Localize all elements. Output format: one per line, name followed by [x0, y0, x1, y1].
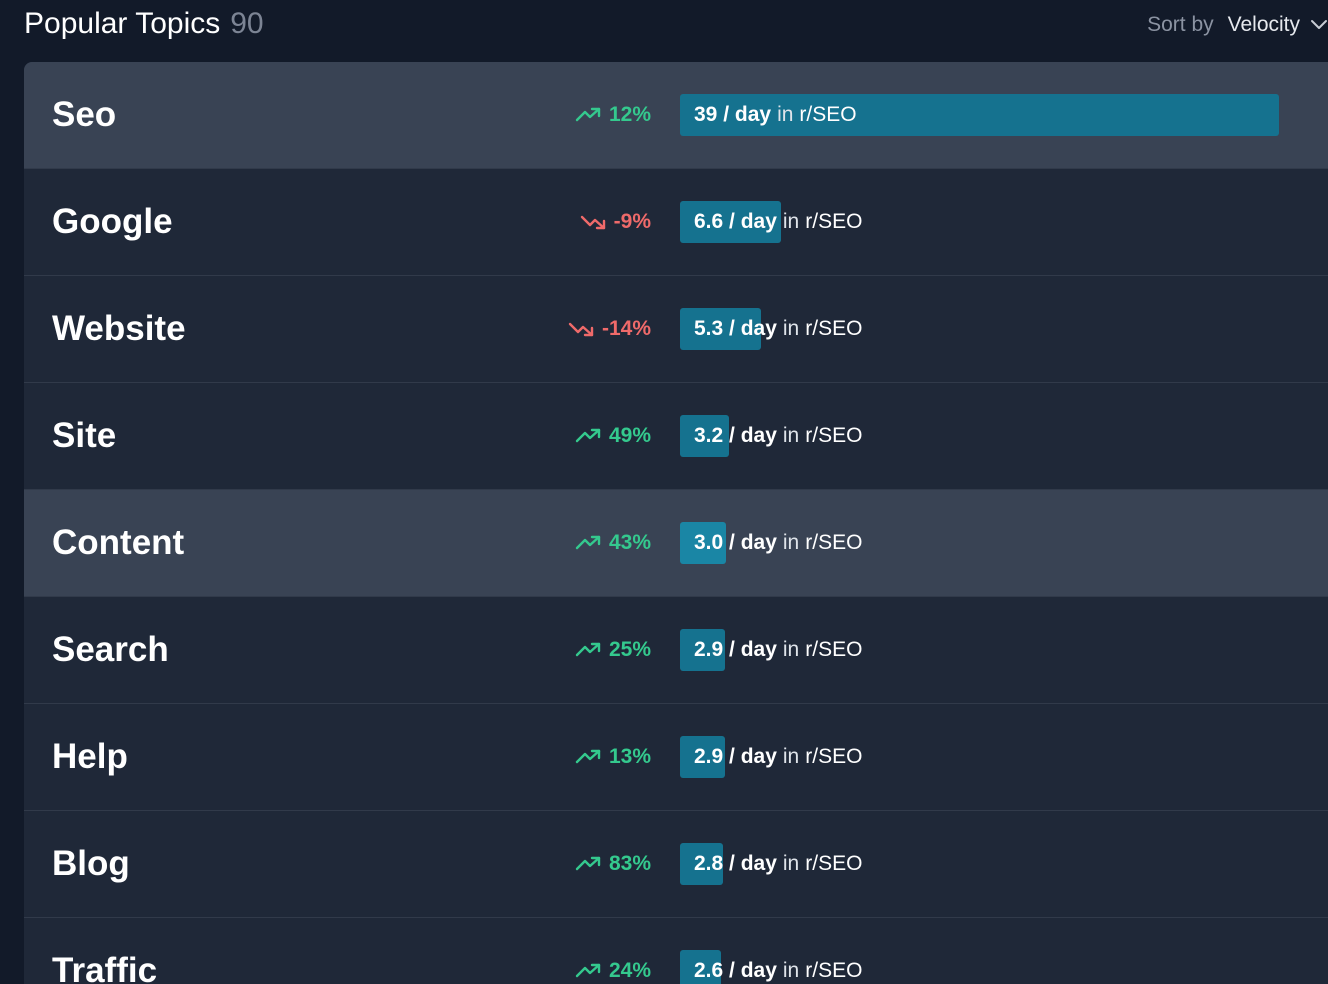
trending-down-icon — [568, 322, 594, 337]
velocity-subreddit: r/SEO — [805, 210, 863, 233]
trend-indicator: 12% — [575, 103, 651, 127]
topic-name: Blog — [52, 844, 130, 883]
topic-name: Search — [52, 630, 169, 669]
topic-row[interactable]: Search 25% 2.9 / day in r/SEO — [24, 597, 1328, 704]
velocity-rate: 2.6 / day — [694, 959, 777, 982]
velocity-in: in — [782, 531, 800, 554]
trending-up-icon — [575, 856, 601, 871]
velocity-label: 2.9 / day in r/SEO — [694, 629, 862, 671]
trend-indicator: 24% — [575, 959, 651, 983]
topic-name: Content — [52, 523, 185, 562]
velocity-in: in — [782, 210, 800, 233]
trend-indicator: 13% — [575, 745, 651, 769]
velocity-bar-track: 3.0 / day in r/SEO — [680, 522, 1280, 564]
velocity-label: 5.3 / day in r/SEO — [694, 308, 862, 350]
topic-count: 90 — [230, 7, 264, 40]
trend-indicator: 49% — [575, 424, 651, 448]
topic-row[interactable]: Blog 83% 2.8 / day in r/SEO — [24, 811, 1328, 918]
topic-name: Google — [52, 202, 173, 241]
topic-name: Seo — [52, 95, 117, 134]
velocity-in: in — [782, 959, 800, 982]
velocity-subreddit: r/SEO — [799, 103, 857, 126]
velocity-in: in — [782, 424, 800, 447]
page-title: Popular Topics 90 — [24, 6, 264, 42]
trend-percent: 24% — [608, 959, 651, 982]
velocity-label: 2.8 / day in r/SEO — [694, 843, 862, 885]
chevron-down-icon — [1311, 20, 1327, 29]
velocity-subreddit: r/SEO — [805, 638, 863, 661]
velocity-rate: 2.9 / day — [694, 745, 777, 768]
topic-row[interactable]: Traffic 24% 2.6 / day in r/SEO — [24, 918, 1328, 984]
velocity-bar-track: 39 / day in r/SEO — [680, 94, 1280, 136]
velocity-label: 39 / day in r/SEO — [694, 94, 857, 136]
trend-percent: 83% — [608, 852, 651, 875]
trending-up-icon — [575, 749, 601, 764]
velocity-rate: 2.9 / day — [694, 638, 777, 661]
velocity-subreddit: r/SEO — [805, 959, 863, 982]
trend-percent: 13% — [608, 745, 651, 768]
topic-row[interactable]: Content 43% 3.0 / day in r/SEO — [24, 490, 1328, 597]
velocity-subreddit: r/SEO — [805, 531, 863, 554]
velocity-rate: 2.8 / day — [694, 852, 777, 875]
velocity-label: 3.2 / day in r/SEO — [694, 415, 862, 457]
velocity-bar-track: 3.2 / day in r/SEO — [680, 415, 1280, 457]
velocity-subreddit: r/SEO — [805, 852, 863, 875]
topic-name: Traffic — [52, 951, 158, 984]
trending-up-icon — [575, 535, 601, 550]
velocity-label: 6.6 / day in r/SEO — [694, 201, 862, 243]
velocity-rate: 5.3 / day — [694, 317, 777, 340]
trend-indicator: -14% — [568, 317, 651, 341]
velocity-bar-track: 2.9 / day in r/SEO — [680, 629, 1280, 671]
trend-indicator: 25% — [575, 638, 651, 662]
topic-row[interactable]: Help 13% 2.9 / day in r/SEO — [24, 704, 1328, 811]
trend-percent: 43% — [608, 531, 651, 554]
velocity-bar-track: 2.8 / day in r/SEO — [680, 843, 1280, 885]
velocity-bar-track: 6.6 / day in r/SEO — [680, 201, 1280, 243]
trending-down-icon — [580, 215, 605, 230]
trend-percent: 25% — [608, 638, 651, 661]
velocity-in: in — [782, 745, 800, 768]
velocity-bar-track: 2.9 / day in r/SEO — [680, 736, 1280, 778]
velocity-label: 2.9 / day in r/SEO — [694, 736, 862, 778]
velocity-in: in — [782, 638, 800, 661]
topic-name: Help — [52, 737, 128, 776]
trending-up-icon — [575, 107, 601, 122]
velocity-in: in — [782, 317, 800, 340]
velocity-rate: 39 / day — [694, 103, 772, 126]
velocity-bar-track: 2.6 / day in r/SEO — [680, 950, 1280, 984]
topic-name: Site — [52, 416, 117, 455]
velocity-rate: 3.2 / day — [694, 424, 777, 447]
trend-percent: -9% — [613, 210, 651, 233]
sort-label: Sort by — [1147, 13, 1214, 36]
trend-indicator: -9% — [580, 210, 651, 234]
velocity-rate: 6.6 / day — [694, 210, 777, 233]
trending-up-icon — [575, 963, 601, 978]
page-title-text: Popular Topics — [24, 7, 221, 40]
trending-up-icon — [575, 428, 601, 443]
velocity-bar-track: 5.3 / day in r/SEO — [680, 308, 1280, 350]
trend-indicator: 43% — [575, 531, 651, 555]
topic-list: Seo 12% 39 / day in r/SEO Google -9% 6.6 /… — [24, 62, 1328, 984]
velocity-in: in — [777, 103, 794, 126]
velocity-subreddit: r/SEO — [805, 317, 863, 340]
sort-dropdown[interactable]: Sort by Velocity — [1147, 12, 1328, 38]
trend-percent: -14% — [601, 317, 651, 340]
trend-indicator: 83% — [575, 852, 651, 876]
trend-percent: 12% — [608, 103, 651, 126]
trend-percent: 49% — [608, 424, 651, 447]
topic-row[interactable]: Site 49% 3.2 / day in r/SEO — [24, 383, 1328, 490]
velocity-rate: 3.0 / day — [694, 531, 777, 554]
header: Popular Topics 90 Sort by Velocity — [0, 0, 1328, 50]
topic-name: Website — [52, 309, 186, 348]
topic-row[interactable]: Website -14% 5.3 / day in r/SEO — [24, 276, 1328, 383]
velocity-subreddit: r/SEO — [805, 424, 863, 447]
velocity-label: 2.6 / day in r/SEO — [694, 950, 862, 984]
velocity-label: 3.0 / day in r/SEO — [694, 522, 862, 564]
topic-row[interactable]: Seo 12% 39 / day in r/SEO — [24, 62, 1328, 169]
sort-value: Velocity — [1227, 13, 1300, 36]
trending-up-icon — [575, 642, 601, 657]
velocity-subreddit: r/SEO — [805, 745, 863, 768]
topic-row[interactable]: Google -9% 6.6 / day in r/SEO — [24, 169, 1328, 276]
velocity-in: in — [782, 852, 800, 875]
